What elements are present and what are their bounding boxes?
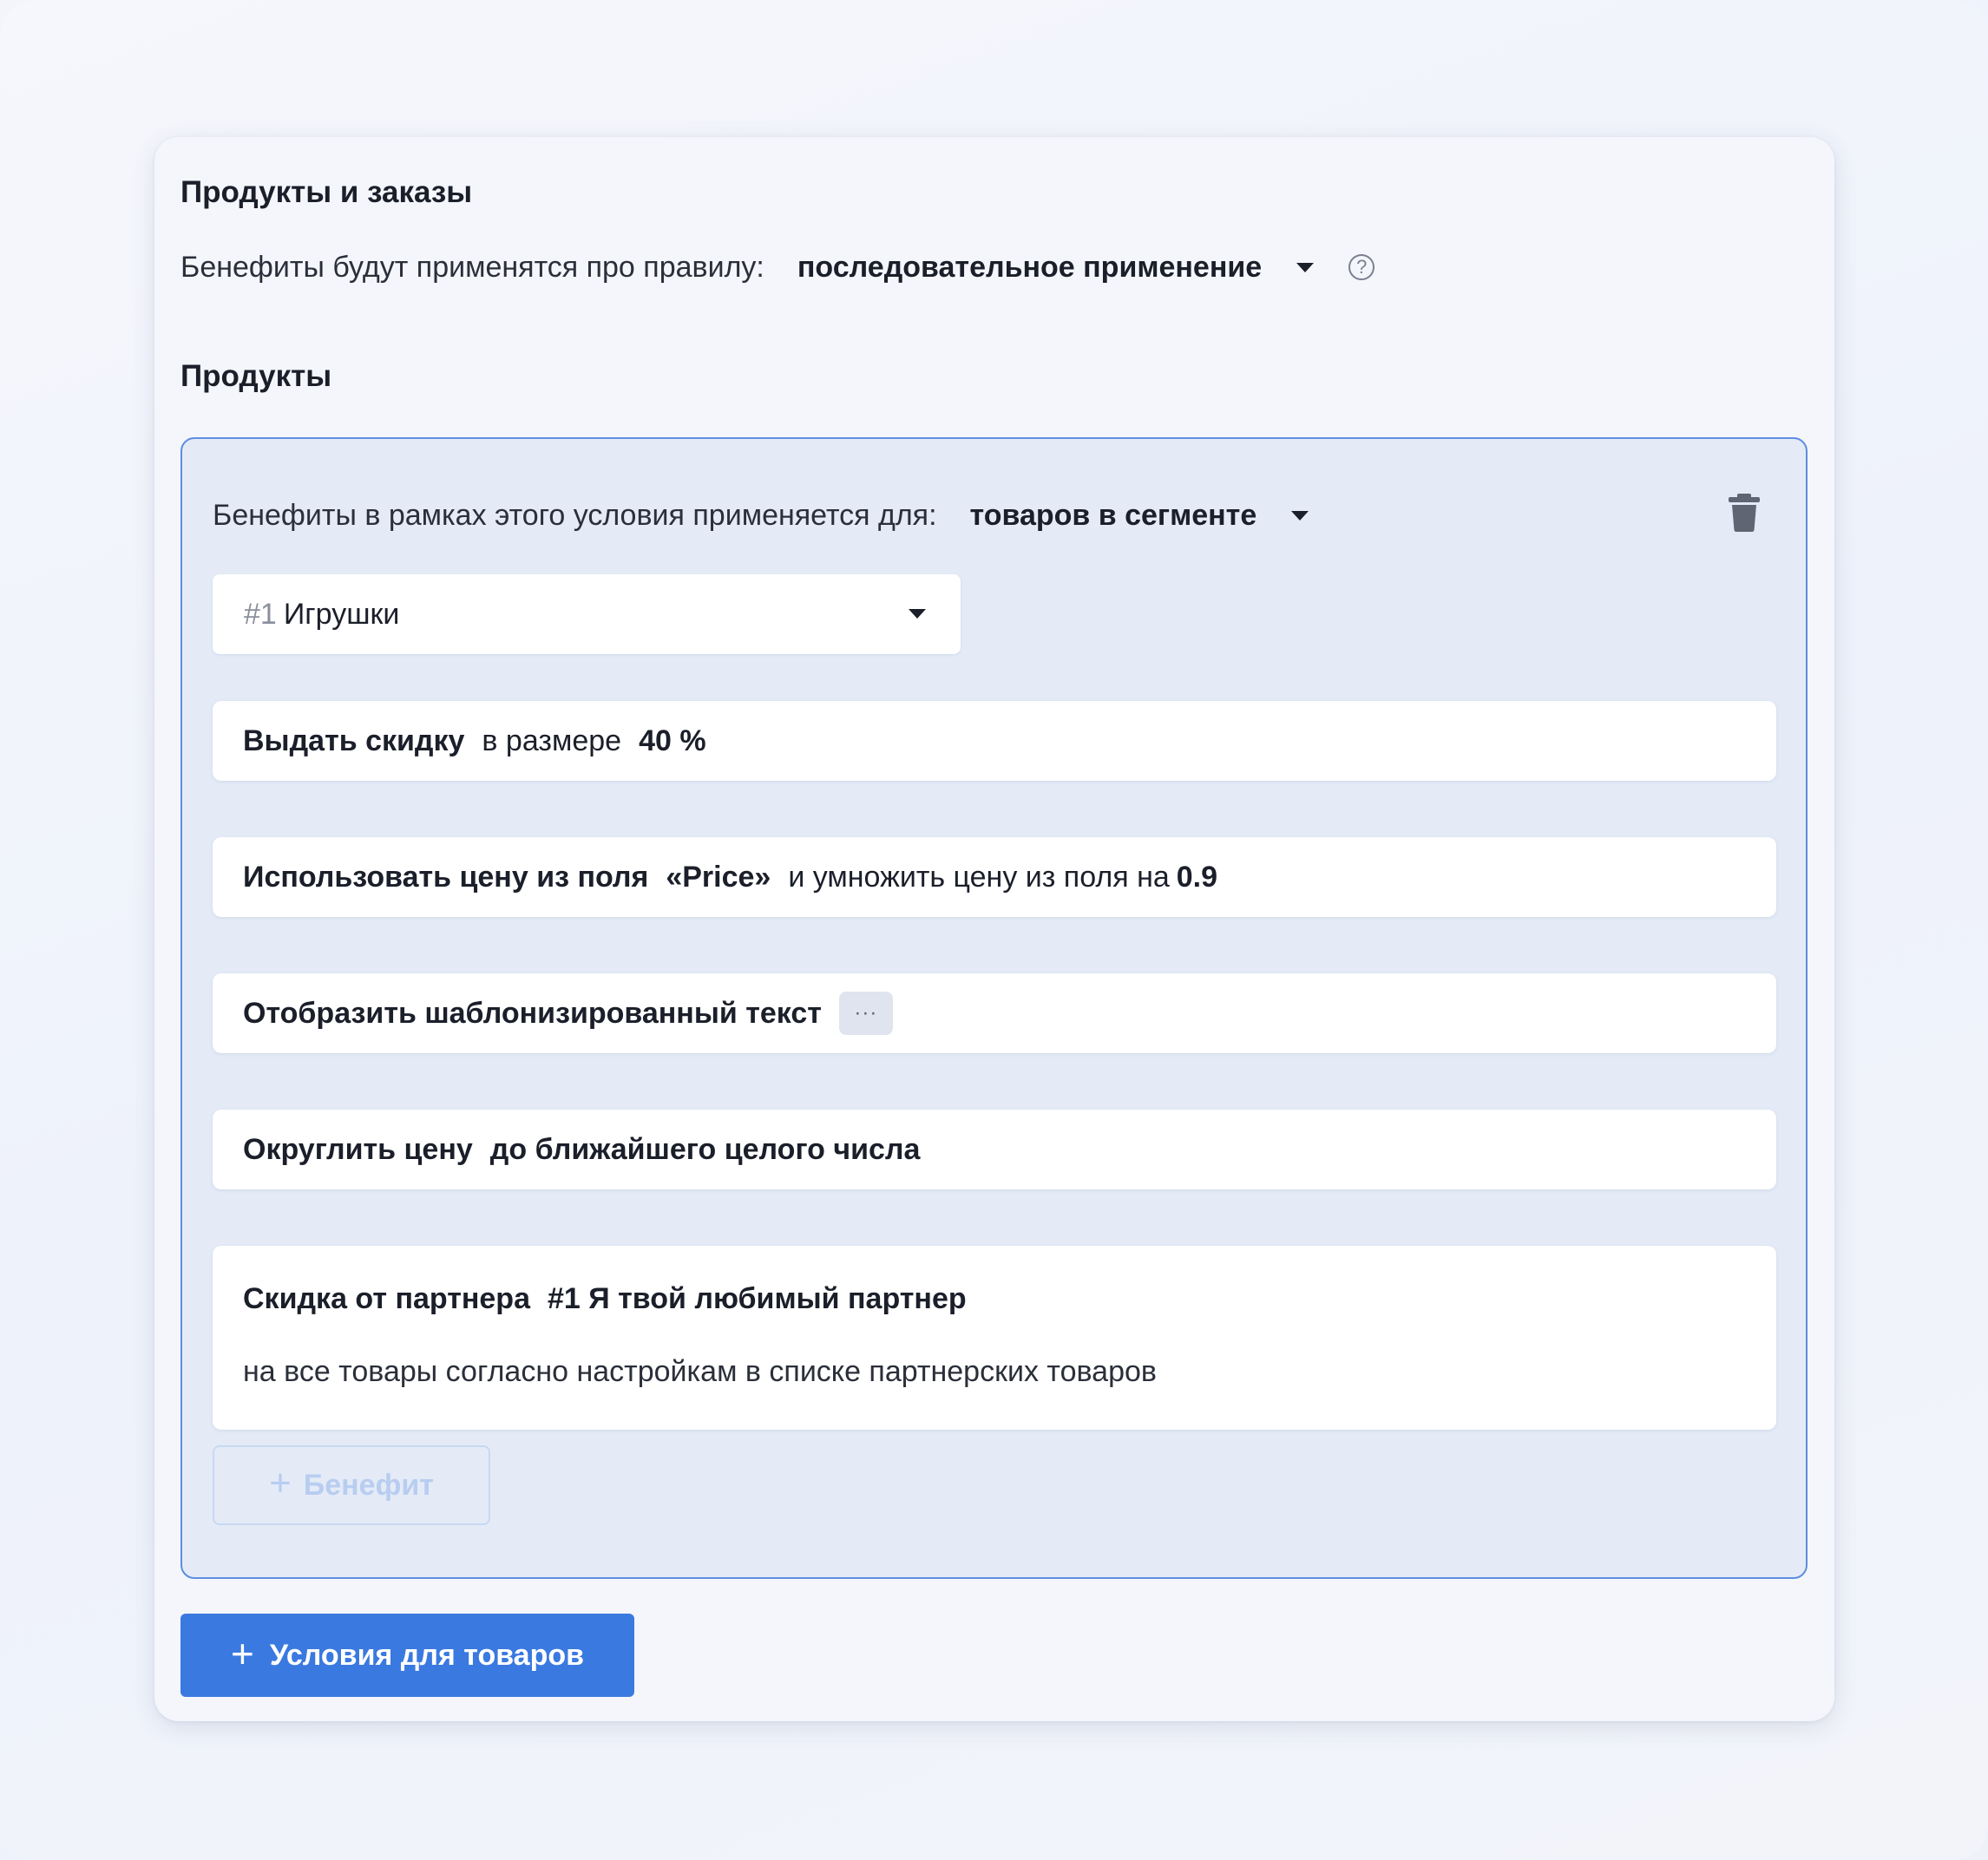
products-section-title: Продукты xyxy=(180,359,332,393)
benefit-partner-name: #1 Я твой любимый партнер xyxy=(548,1282,967,1315)
apply-rule-row: Бенефиты будут применятся про правилу: п… xyxy=(180,243,1375,291)
apply-rule-label: Бенефиты будут применятся про правилу: xyxy=(180,250,764,284)
benefit-template-text-action: Отобразить шаблонизированный текст xyxy=(243,996,822,1030)
help-glyph: ? xyxy=(1356,256,1368,278)
benefit-discount[interactable]: Выдать скидку в размере 40 % xyxy=(213,701,1776,781)
ellipsis-icon[interactable]: ··· xyxy=(838,992,893,1035)
apply-rule-select[interactable]: последовательное применение xyxy=(797,251,1262,285)
plus-icon: + xyxy=(269,1462,292,1504)
benefit-discount-amount: 40 % xyxy=(639,724,706,757)
benefit-discount-action: Выдать скидку xyxy=(243,724,465,757)
condition-scope-label: Бенефиты в рамках этого условия применяе… xyxy=(213,498,937,532)
chevron-down-icon xyxy=(909,609,926,619)
add-product-conditions-label: Условия для товаров xyxy=(269,1638,585,1672)
add-product-conditions-button[interactable]: + Условия для товаров xyxy=(180,1614,634,1697)
caret-down-icon[interactable] xyxy=(1291,510,1309,521)
trash-icon[interactable] xyxy=(1727,493,1762,533)
benefit-partner-discount[interactable]: Скидка от партнера #1 Я твой любимый пар… xyxy=(213,1246,1776,1430)
benefit-partner-description: на все товары согласно настройкам в спис… xyxy=(243,1355,1157,1388)
benefit-template-text[interactable]: Отобразить шаблонизированный текст ··· xyxy=(213,973,1776,1053)
plus-icon: + xyxy=(230,1631,254,1676)
product-condition-block: Бенефиты в рамках этого условия применяе… xyxy=(180,437,1808,1579)
add-benefit-button[interactable]: + Бенефит xyxy=(213,1445,490,1525)
benefit-price-field-text: и умножить цену из поля на xyxy=(788,860,1170,894)
benefit-rounding[interactable]: Округлить цену до ближайшего целого числ… xyxy=(213,1110,1776,1189)
add-benefit-label: Бенефит xyxy=(303,1468,434,1502)
benefit-partner-action: Скидка от партнера xyxy=(243,1282,530,1315)
products-and-orders-card: Продукты и заказы Бенефиты будут применя… xyxy=(154,137,1834,1721)
benefit-price-multiplier: 0.9 xyxy=(1176,860,1218,894)
benefit-discount-text: в размере xyxy=(482,724,622,757)
segment-name: Игрушки xyxy=(283,597,400,631)
segment-number: #1 xyxy=(244,597,277,631)
segment-select[interactable]: #1 Игрушки xyxy=(213,574,961,654)
benefit-price-field-name: «Price» xyxy=(666,860,771,894)
benefit-price-field-action: Использовать цену из поля xyxy=(243,860,649,894)
caret-down-icon[interactable] xyxy=(1296,262,1315,272)
card-title: Продукты и заказы xyxy=(180,175,473,209)
benefit-rounding-action: Округлить цену xyxy=(243,1132,473,1166)
benefit-rounding-mode: до ближайшего целого числа xyxy=(489,1132,921,1166)
help-circle-icon[interactable]: ? xyxy=(1348,254,1375,280)
condition-scope-select[interactable]: товаров в сегменте xyxy=(970,499,1257,533)
condition-scope-row: Бенефиты в рамках этого условия применяе… xyxy=(213,491,1309,540)
benefit-price-field[interactable]: Использовать цену из поля «Price» и умно… xyxy=(213,837,1776,917)
